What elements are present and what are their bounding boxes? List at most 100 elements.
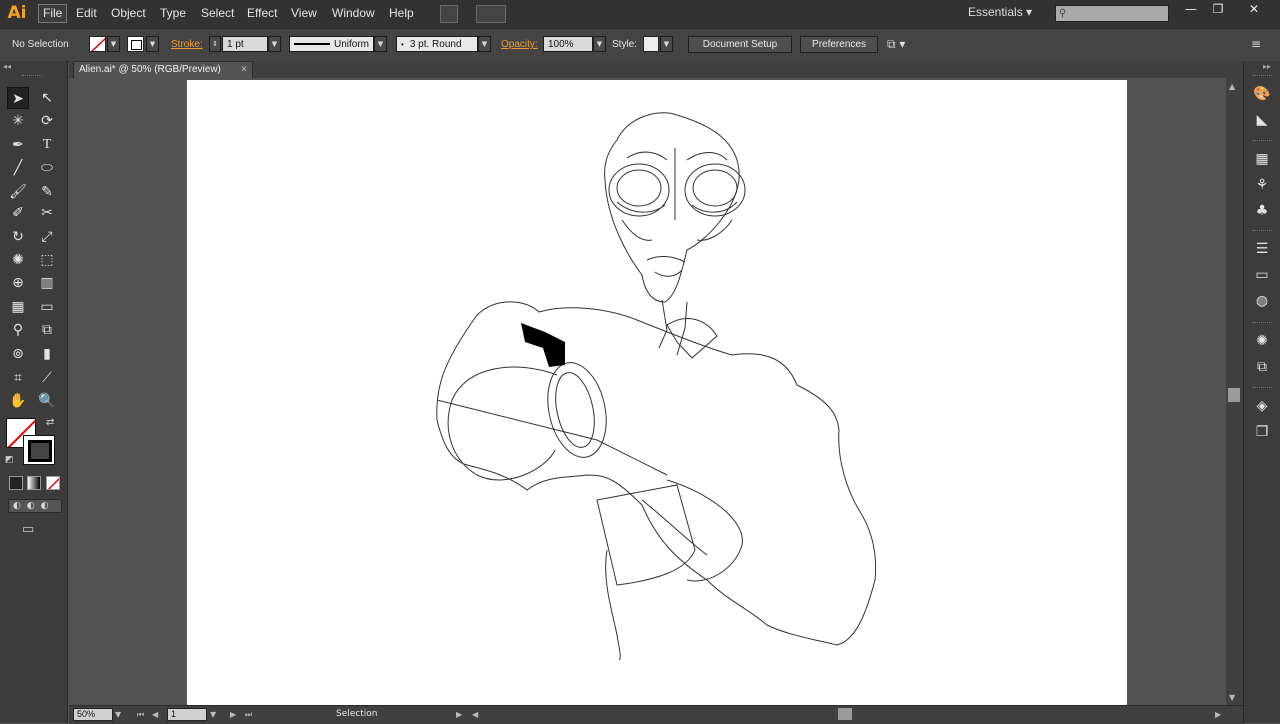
collapse-right-icon[interactable]: ▸▸ xyxy=(1263,62,1271,71)
color-panel-icon[interactable]: 🎨 xyxy=(1251,83,1273,105)
artboard-tool-icon[interactable]: ⌗ xyxy=(7,367,29,389)
pencil-tool-icon[interactable]: ✎ xyxy=(36,181,58,203)
lasso-tool-icon[interactable]: ⟳ xyxy=(36,110,58,132)
style-dropdown[interactable]: ▼ xyxy=(660,36,673,52)
artboard[interactable] xyxy=(187,80,1127,705)
eyedropper-tool-icon[interactable]: ⚲ xyxy=(7,319,29,341)
arrange-documents-button[interactable] xyxy=(476,5,506,23)
workspace-switcher[interactable]: Essentials ▾ xyxy=(968,5,1032,19)
zoom-tool-icon[interactable]: 🔍 xyxy=(36,390,58,412)
hand-tool-icon[interactable]: ✋ xyxy=(7,390,29,412)
perspective-grid-tool-icon[interactable]: ▥ xyxy=(36,272,58,294)
selection-tool-icon[interactable]: ➤ xyxy=(7,87,29,109)
arrange-icon[interactable]: ⧉ ▾ xyxy=(887,37,905,52)
artboards-panel-icon[interactable]: ❐ xyxy=(1251,421,1273,443)
stroke-weight-dropdown[interactable]: ▼ xyxy=(268,36,281,52)
ellipse-tool-icon[interactable]: ⬭ xyxy=(36,157,58,179)
stroke-color-icon[interactable] xyxy=(127,36,144,52)
magic-wand-tool-icon[interactable]: ✳ xyxy=(7,110,29,132)
opacity-field[interactable]: 100% xyxy=(543,36,593,52)
scissors-tool-icon[interactable]: ✂ xyxy=(36,202,58,224)
dock-grip-3[interactable] xyxy=(1252,230,1272,234)
search-input[interactable]: ⚲ xyxy=(1055,5,1169,22)
menu-type[interactable]: Type xyxy=(156,5,190,22)
document-setup-button[interactable]: Document Setup xyxy=(688,36,792,53)
blob-brush-tool-icon[interactable]: ✐ xyxy=(7,202,29,224)
color-mode-icon[interactable] xyxy=(9,476,23,490)
stroke-weight-field[interactable]: 1 pt xyxy=(222,36,268,52)
minimize-button[interactable]: — xyxy=(1180,2,1202,16)
swap-fill-stroke-icon[interactable]: ⇄ xyxy=(46,417,54,428)
symbols-panel-icon[interactable]: ♣ xyxy=(1251,200,1273,222)
prev-artboard-icon[interactable]: ◀ xyxy=(152,708,158,721)
scroll-left-icon[interactable]: ◀ xyxy=(472,708,478,721)
default-colors-icon[interactable]: ◩ xyxy=(5,455,14,465)
stroke-profile-field[interactable]: Uniform xyxy=(289,36,374,52)
menu-select[interactable]: Select xyxy=(197,5,238,22)
shape-builder-tool-icon[interactable]: ⊕ xyxy=(7,272,29,294)
document-tab[interactable]: Alien.ai* @ 50% (RGB/Preview) × xyxy=(73,61,253,78)
screen-mode-icon[interactable]: ▭ xyxy=(22,522,34,537)
symbol-sprayer-tool-icon[interactable]: ⊚ xyxy=(7,343,29,365)
swatches-panel-icon[interactable]: ▦ xyxy=(1251,148,1273,170)
artboard-number-field[interactable]: 1 xyxy=(167,708,207,721)
menu-edit[interactable]: Edit xyxy=(72,5,101,22)
warp-tool-icon[interactable]: ✺ xyxy=(7,249,29,271)
drawing-modes-icon[interactable]: ◐◐◐ xyxy=(8,499,62,513)
brushes-panel-icon[interactable]: ⚘ xyxy=(1251,174,1273,196)
alien-line-art[interactable] xyxy=(187,80,1127,705)
stroke-swatch[interactable] xyxy=(23,435,55,465)
gradient-mode-icon[interactable] xyxy=(27,476,41,490)
dock-grip-2[interactable] xyxy=(1252,140,1272,144)
dock-grip-5[interactable] xyxy=(1252,387,1272,391)
pen-tool-icon[interactable]: ✒ xyxy=(7,134,29,156)
panel-menu-icon[interactable]: ≡ xyxy=(1251,37,1261,51)
restore-button[interactable]: ❐ xyxy=(1207,2,1229,16)
vertical-scroll-thumb[interactable] xyxy=(1228,388,1240,402)
scale-tool-icon[interactable]: ⤢ xyxy=(36,226,58,248)
stroke-dropdown[interactable]: ▼ xyxy=(146,36,159,52)
collapse-left-icon[interactable]: ◂◂ xyxy=(3,62,11,71)
type-tool-icon[interactable]: T xyxy=(36,134,58,156)
color-guide-panel-icon[interactable]: ◣ xyxy=(1251,109,1273,131)
stroke-profile-dropdown[interactable]: ▼ xyxy=(374,36,387,52)
close-tab-icon[interactable]: × xyxy=(241,62,247,78)
scroll-up-icon[interactable]: ▲ xyxy=(1229,82,1235,91)
brush-dropdown[interactable]: ▼ xyxy=(478,36,491,52)
free-transform-tool-icon[interactable]: ⬚ xyxy=(36,249,58,271)
style-swatch[interactable] xyxy=(643,36,659,52)
menu-effect[interactable]: Effect xyxy=(243,5,281,22)
direct-selection-tool-icon[interactable]: ↖ xyxy=(36,87,58,109)
scroll-right-icon[interactable]: ▶ xyxy=(1215,708,1221,721)
menu-view[interactable]: View xyxy=(287,5,321,22)
fill-none-icon[interactable] xyxy=(89,36,106,52)
dock-grip-1[interactable] xyxy=(1252,75,1272,79)
paintbrush-tool-icon[interactable]: 🖌 xyxy=(7,181,29,203)
appearance-panel-icon[interactable]: ✺ xyxy=(1251,330,1273,352)
layers-panel-icon[interactable]: ◈ xyxy=(1251,395,1273,417)
gradient-tool-icon[interactable]: ▭ xyxy=(36,296,58,318)
zoom-field[interactable]: 50% xyxy=(73,708,113,721)
opacity-label[interactable]: Opacity: xyxy=(501,39,538,50)
close-window-button[interactable]: ✕ xyxy=(1243,2,1265,16)
artboard-dropdown-icon[interactable]: ▼ xyxy=(210,708,216,721)
opacity-dropdown[interactable]: ▼ xyxy=(593,36,606,52)
menu-file[interactable]: File xyxy=(38,4,68,23)
column-graph-tool-icon[interactable]: ▮ xyxy=(36,343,58,365)
gradient-panel-icon[interactable]: ▭ xyxy=(1251,264,1273,286)
stroke-panel-icon[interactable]: ☰ xyxy=(1251,238,1273,260)
transparency-panel-icon[interactable]: ◍ xyxy=(1251,290,1273,312)
first-artboard-icon[interactable]: ⏮ xyxy=(137,708,144,721)
stroke-weight-stepper[interactable]: ⇕ xyxy=(209,36,221,52)
line-tool-icon[interactable]: ╱ xyxy=(7,157,29,179)
brush-field[interactable]: • 3 pt. Round xyxy=(396,36,478,52)
dock-grip-4[interactable] xyxy=(1252,322,1272,326)
tools-grip[interactable] xyxy=(22,75,42,79)
stroke-label[interactable]: Stroke: xyxy=(171,39,203,50)
menu-help[interactable]: Help xyxy=(385,5,418,22)
graphic-styles-panel-icon[interactable]: ⧉ xyxy=(1251,356,1273,378)
rotate-tool-icon[interactable]: ↻ xyxy=(7,226,29,248)
status-menu-icon[interactable]: ▶ xyxy=(456,708,462,721)
slice-tool-icon[interactable]: ⟋ xyxy=(36,367,58,389)
last-artboard-icon[interactable]: ⏭ xyxy=(245,708,252,721)
